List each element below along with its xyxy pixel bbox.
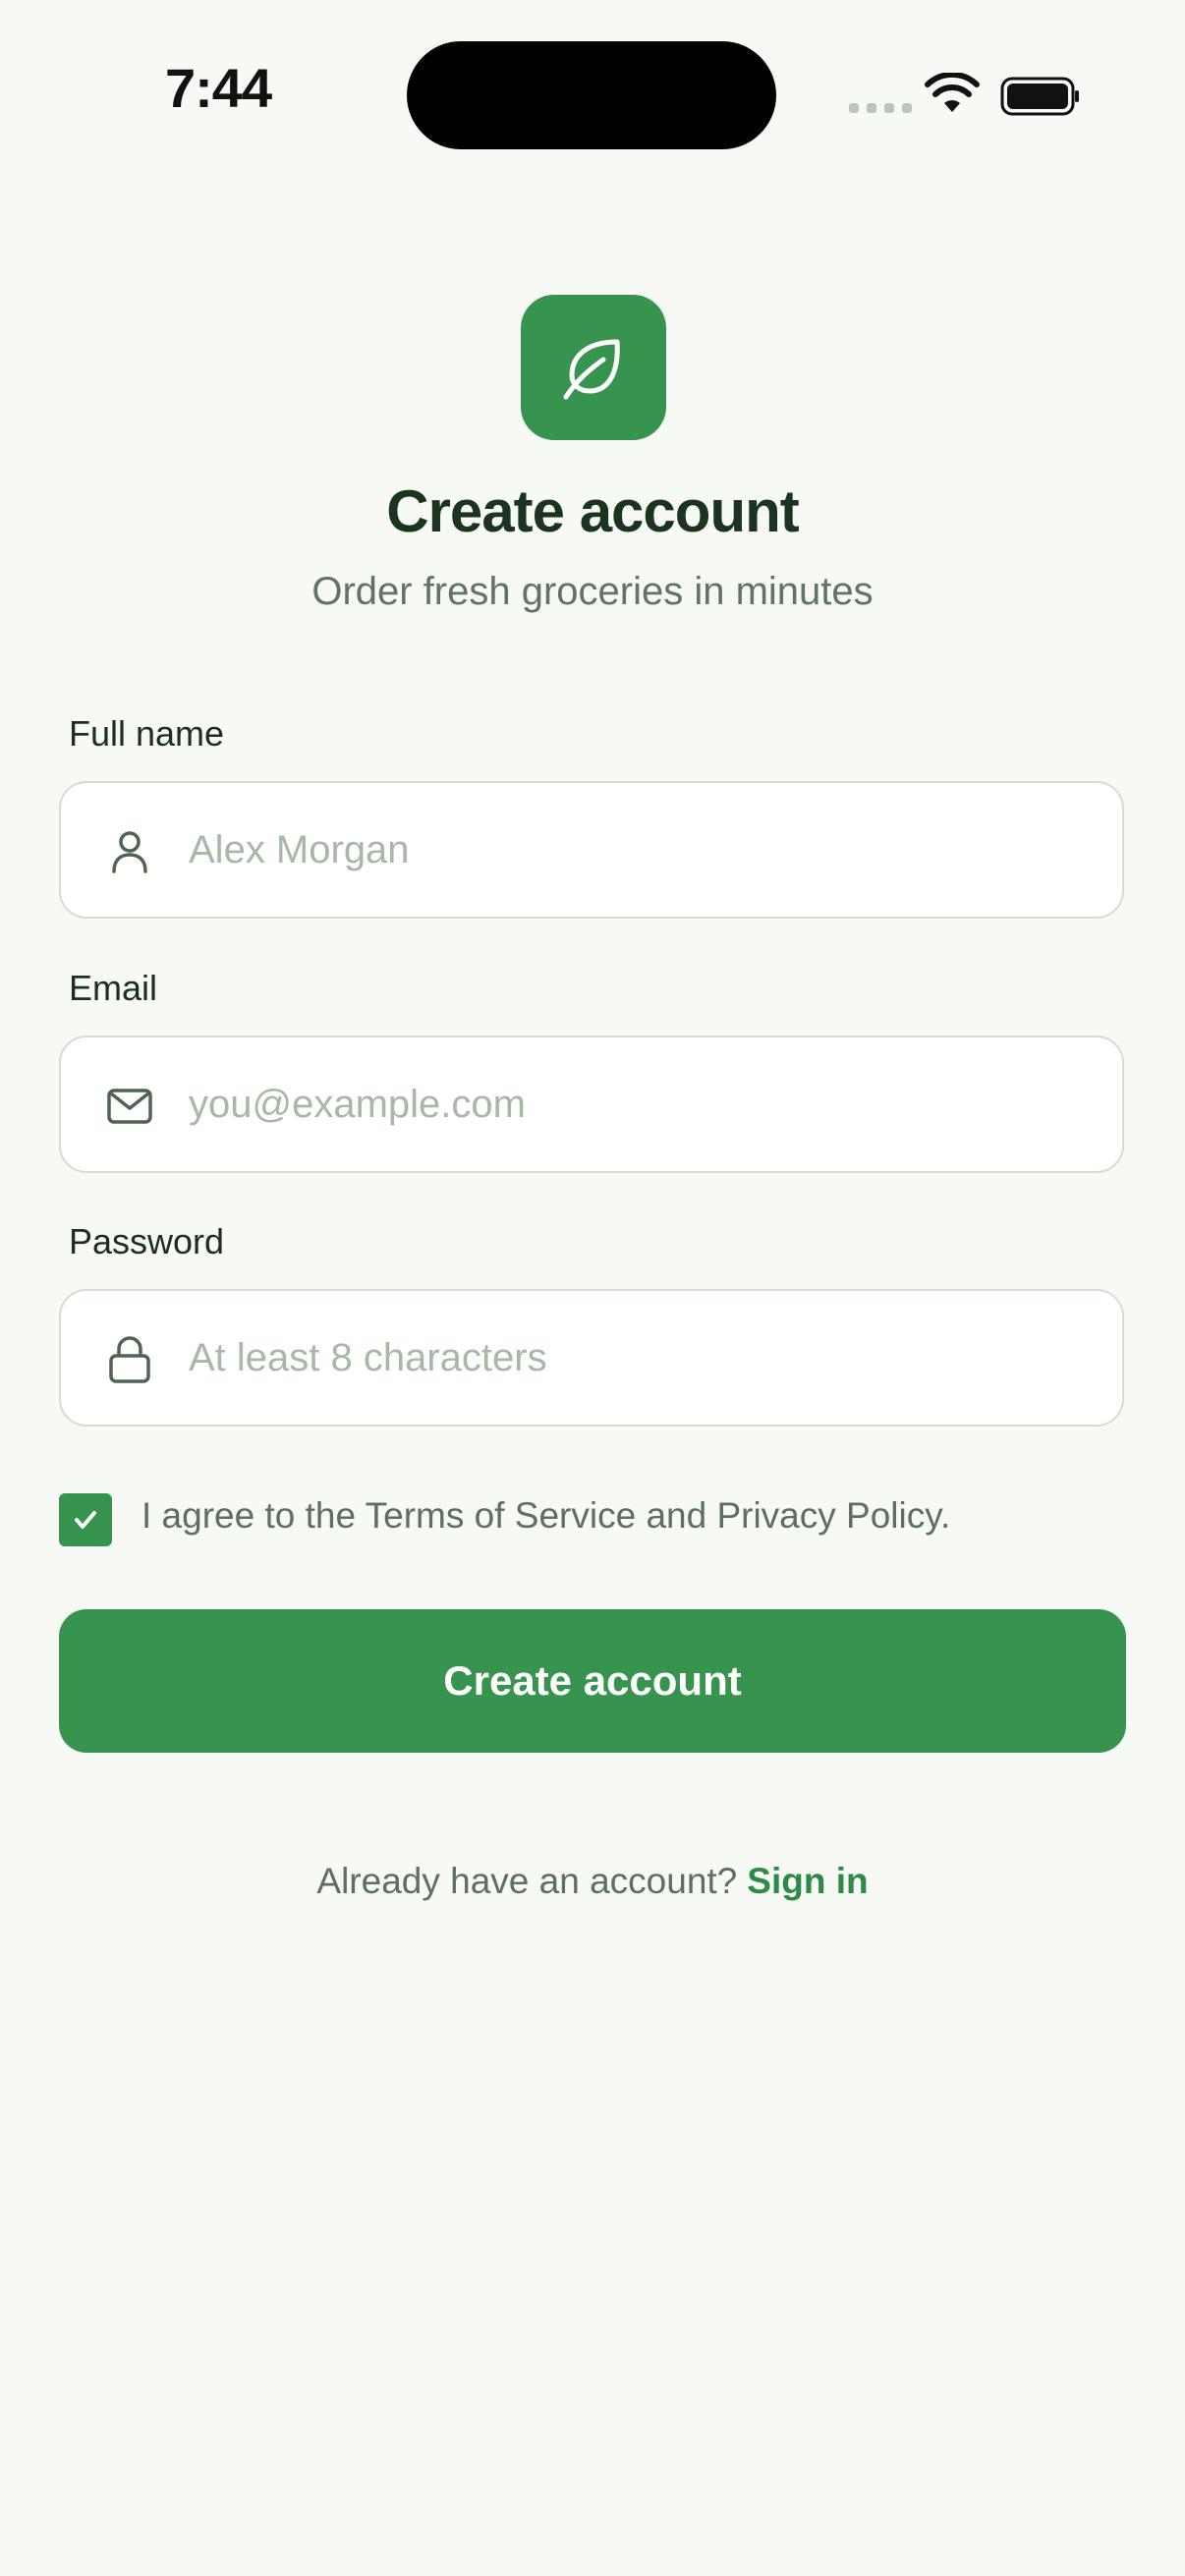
app-logo [521, 295, 666, 440]
terms-label[interactable]: I agree to the Terms of Service and Priv… [141, 1495, 950, 1537]
terms-checkbox[interactable] [59, 1493, 112, 1546]
page-subtitle: Order fresh groceries in minutes [311, 570, 874, 613]
mail-icon [107, 1089, 152, 1124]
lock-icon [109, 1336, 150, 1383]
status-time: 7:44 [165, 57, 272, 119]
dynamic-island [407, 41, 776, 149]
email-field[interactable] [59, 1036, 1124, 1173]
full-name-label: Full name [69, 713, 225, 754]
battery-icon [1000, 77, 1079, 116]
leaf-icon [563, 339, 620, 400]
full-name-field[interactable] [59, 781, 1124, 919]
password-field[interactable] [59, 1289, 1124, 1427]
checkmark-icon [75, 1511, 96, 1529]
full-name-input[interactable] [189, 783, 1093, 917]
password-input[interactable] [189, 1291, 1093, 1425]
create-account-button[interactable]: Create account [59, 1609, 1126, 1753]
sign-in-link[interactable]: Sign in [747, 1861, 868, 1901]
wifi-icon [925, 73, 980, 112]
cellular-signal-icon [849, 103, 912, 113]
email-input[interactable] [189, 1037, 1093, 1171]
email-label: Email [69, 968, 158, 1008]
sign-in-prompt: Already have an account? Sign in [0, 1861, 1185, 1902]
user-icon [112, 831, 147, 873]
sign-in-prompt-text: Already have an account? [316, 1861, 738, 1901]
password-label: Password [69, 1221, 225, 1261]
page-title: Create account [386, 478, 799, 544]
